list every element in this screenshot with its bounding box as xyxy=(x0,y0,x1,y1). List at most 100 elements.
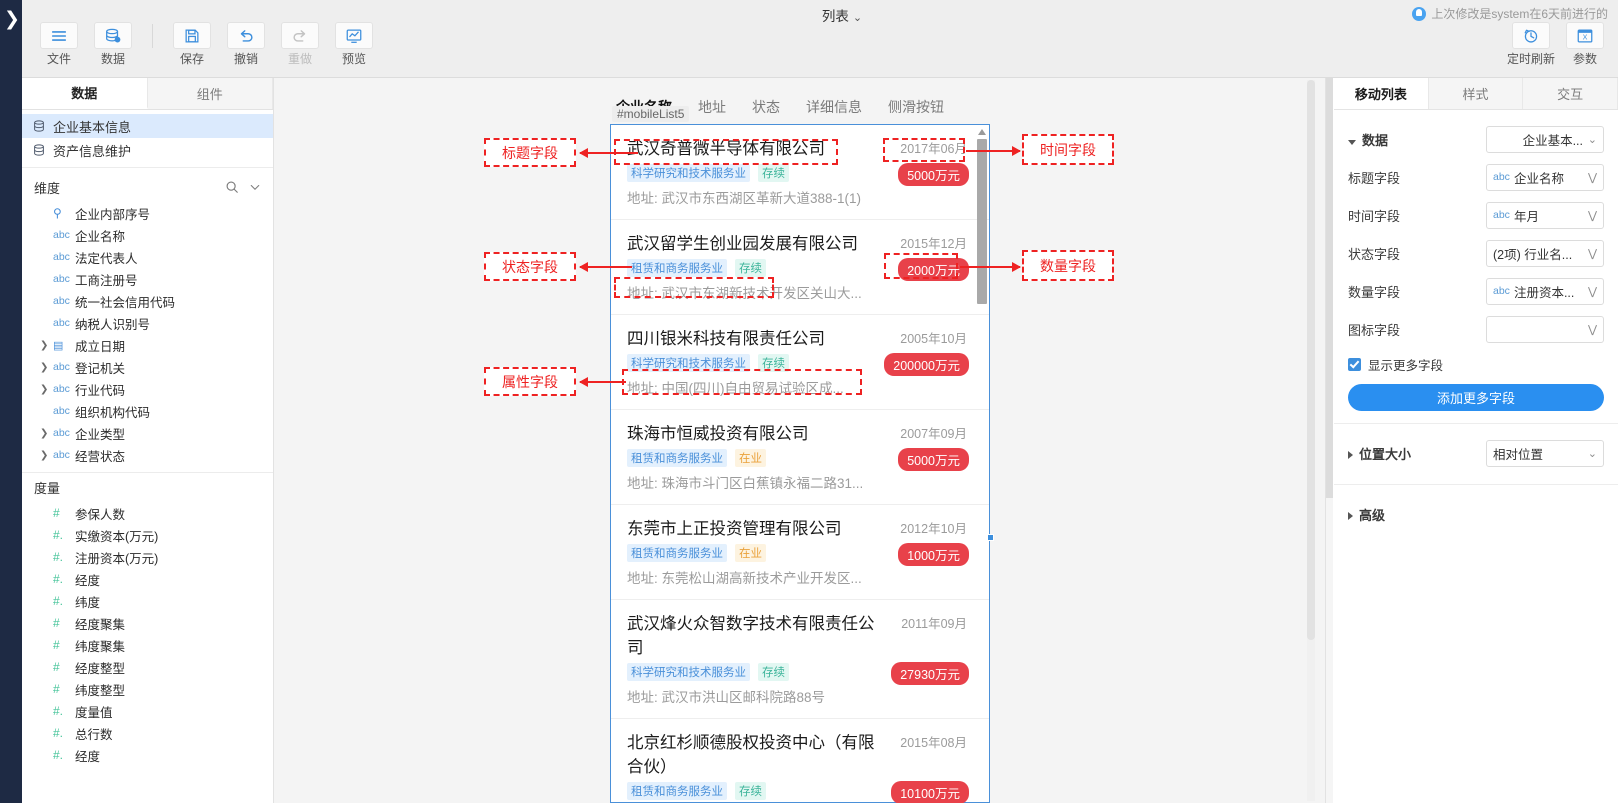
list-scrollbar-thumb[interactable] xyxy=(977,139,987,304)
measure-field-item[interactable]: ❯#.注册资本(万元) xyxy=(22,546,273,568)
dimension-field-item[interactable]: ❯abc登记机关 xyxy=(22,356,273,378)
mobile-list-widget[interactable]: 武汉奇普微半导体有限公司2017年06月科学研究和技术服务业存续地址: 武汉市东… xyxy=(610,124,990,803)
dimension-field-label: 企业类型 xyxy=(75,424,125,443)
measure-field-item[interactable]: ❯#纬度整型 xyxy=(22,678,273,700)
position-mode-select[interactable]: 相对位置 ⌄ xyxy=(1486,440,1604,467)
expand-caret-icon[interactable]: ❯ xyxy=(40,450,53,461)
expand-caret-icon[interactable]: ❯ xyxy=(40,362,53,373)
list-item[interactable]: 东莞市上正投资管理有限公司2012年10月租赁和商务服务业在业地址: 东莞松山湖… xyxy=(611,505,989,600)
card-address: 地址: 珠海市斗门区白蕉镇永福二路31... xyxy=(627,472,975,492)
list-item[interactable]: 武汉留学生创业园发展有限公司2015年12月租赁和商务服务业存续地址: 武汉市东… xyxy=(611,220,989,315)
dimension-field-item[interactable]: ❯abc企业名称 xyxy=(22,224,273,246)
dimension-field-item[interactable]: ❯abc行业代码 xyxy=(22,378,273,400)
measure-section-header: 度量 xyxy=(22,472,273,502)
right-panel-scrollbar-track[interactable] xyxy=(1326,78,1333,803)
last-modified-note: 上次修改是system在6天前进行的 xyxy=(1412,5,1608,22)
measure-field-item[interactable]: ❯#.经度 xyxy=(22,568,273,590)
expand-caret-icon[interactable]: ❯ xyxy=(40,384,53,395)
preview-icon xyxy=(335,22,373,49)
list-item[interactable]: 武汉奇普微半导体有限公司2017年06月科学研究和技术服务业存续地址: 武汉市东… xyxy=(611,125,989,220)
search-icon[interactable] xyxy=(225,180,239,194)
industry-tag: 科学研究和技术服务业 xyxy=(627,164,750,182)
scheduled-refresh-button[interactable]: 定时刷新 xyxy=(1504,22,1558,67)
dimension-field-item[interactable]: ❯abc工商注册号 xyxy=(22,268,273,290)
list-item[interactable]: 珠海市恒威投资有限公司2007年09月租赁和商务服务业在业地址: 珠海市斗门区白… xyxy=(611,410,989,505)
list-scrollbar[interactable] xyxy=(977,127,987,802)
dataset-item-enterprise-basic[interactable]: 企业基本信息 xyxy=(22,114,273,138)
chevron-down-icon: ⌄ xyxy=(1587,447,1597,460)
widget-tab[interactable]: 侧滑按钮 xyxy=(888,97,944,117)
undo-button-label: 撤销 xyxy=(234,51,258,67)
dataset-select[interactable]: 企业基本... ⌄ xyxy=(1486,126,1604,153)
card-address: 地址: 武汉市东西湖区革新大道388-1(1) xyxy=(627,187,975,207)
measure-field-item[interactable]: ❯#.实缴资本(万元) xyxy=(22,524,273,546)
save-button[interactable]: 保存 xyxy=(165,22,219,67)
show-more-fields-checkbox[interactable] xyxy=(1348,358,1361,371)
measure-field-item[interactable]: ❯#.经度 xyxy=(22,744,273,766)
field-mapping-select[interactable]: abc年月⋁ xyxy=(1486,202,1604,229)
field-mapping-select[interactable]: (2项) 行业名...⋁ xyxy=(1486,240,1604,267)
field-mapping-row: 数量字段abc注册资本...⋁ xyxy=(1348,272,1604,310)
chevron-down-icon[interactable] xyxy=(249,181,261,193)
measure-field-item[interactable]: ❯#.总行数 xyxy=(22,722,273,744)
measure-field-item[interactable]: ❯#参保人数 xyxy=(22,502,273,524)
measure-field-item[interactable]: ❯#.度量值 xyxy=(22,700,273,722)
tab-components[interactable]: 组件 xyxy=(148,78,274,109)
list-item[interactable]: 武汉烽火众智数字技术有限责任公司2011年09月科学研究和技术服务业存续地址: … xyxy=(611,600,989,719)
field-type-icon: abc xyxy=(53,229,75,241)
list-item[interactable]: 北京红杉顺德股权投资中心（有限合伙）2015年08月租赁和商务服务业存续1010… xyxy=(611,719,989,803)
dimension-field-item[interactable]: ❯abc企业类型 xyxy=(22,422,273,444)
field-mapping-select[interactable]: abc企业名称⋁ xyxy=(1486,164,1604,191)
card-address-prefix: 地址: xyxy=(627,476,662,491)
field-mapping-select[interactable]: abc注册资本...⋁ xyxy=(1486,278,1604,305)
right-panel-scrollbar-thumb[interactable] xyxy=(1326,78,1333,498)
caret-down-icon[interactable] xyxy=(1348,140,1356,145)
chevron-down-icon: ⋁ xyxy=(1587,171,1597,184)
annotation-attribute-field: 属性字段 xyxy=(484,367,576,396)
page-title[interactable]: 列表⌄ xyxy=(762,5,922,25)
tab-style[interactable]: 样式 xyxy=(1429,78,1524,109)
expand-caret-icon[interactable]: ❯ xyxy=(40,428,53,439)
dimension-field-item[interactable]: ❯▤成立日期 xyxy=(22,334,273,356)
tab-mobile-list[interactable]: 移动列表 xyxy=(1334,78,1429,109)
field-mapping-select[interactable]: ⋁ xyxy=(1486,316,1604,343)
measure-field-item[interactable]: ❯#经度整型 xyxy=(22,656,273,678)
parameter-button[interactable]: X 参数 xyxy=(1558,22,1612,67)
data-button[interactable]: 数据 xyxy=(86,22,140,67)
dimension-field-item[interactable]: ❯abc统一社会信用代码 xyxy=(22,290,273,312)
widget-tab[interactable]: 状态 xyxy=(752,97,780,117)
database-icon xyxy=(94,22,132,49)
dataset-select-value: 企业基本... xyxy=(1493,130,1583,149)
widget-tab[interactable]: 详细信息 xyxy=(806,97,862,117)
parameter-icon: X xyxy=(1566,22,1604,49)
dimension-field-item[interactable]: ❯⚲企业内部序号 xyxy=(22,202,273,224)
undo-button[interactable]: 撤销 xyxy=(219,22,273,67)
status-badge: 存续 xyxy=(758,354,789,372)
dimension-field-item[interactable]: ❯abc纳税人识别号 xyxy=(22,312,273,334)
list-item[interactable]: 四川银米科技有限责任公司2005年10月科学研究和技术服务业存续地址: 中国(四… xyxy=(611,315,989,410)
canvas-scrollbar-thumb[interactable] xyxy=(1307,80,1315,640)
dimension-field-item[interactable]: ❯abc组织机构代码 xyxy=(22,400,273,422)
add-more-fields-button[interactable]: 添加更多字段 xyxy=(1348,384,1604,411)
measure-field-item[interactable]: ❯#.纬度 xyxy=(22,590,273,612)
field-type-icon: abc xyxy=(1493,209,1510,221)
chevron-down-icon[interactable]: ⌄ xyxy=(853,12,862,24)
dataset-item-asset-maintenance[interactable]: 资产信息维护 xyxy=(22,138,273,162)
tab-data[interactable]: 数据 xyxy=(22,78,148,109)
measure-field-item[interactable]: ❯#经度聚集 xyxy=(22,612,273,634)
dimension-field-label: 组织机构代码 xyxy=(75,402,150,421)
redo-button[interactable]: 重做 xyxy=(273,22,327,67)
expand-caret-icon[interactable]: ❯ xyxy=(40,340,53,351)
caret-right-icon[interactable] xyxy=(1348,512,1353,520)
scroll-up-arrow-icon[interactable] xyxy=(978,127,986,135)
widget-tab[interactable]: 地址 xyxy=(698,97,726,117)
file-button[interactable]: 文件 xyxy=(32,22,86,67)
dimension-field-item[interactable]: ❯abc法定代表人 xyxy=(22,246,273,268)
measure-field-item[interactable]: ❯#纬度聚集 xyxy=(22,634,273,656)
tab-interaction[interactable]: 交互 xyxy=(1523,78,1618,109)
caret-right-icon[interactable] xyxy=(1348,451,1353,459)
widget-resize-handle-right[interactable] xyxy=(987,534,994,541)
preview-button[interactable]: 预览 xyxy=(327,22,381,67)
dimension-field-item[interactable]: ❯abc经营状态 xyxy=(22,444,273,466)
chevron-right-icon[interactable]: ❯ xyxy=(3,8,21,32)
